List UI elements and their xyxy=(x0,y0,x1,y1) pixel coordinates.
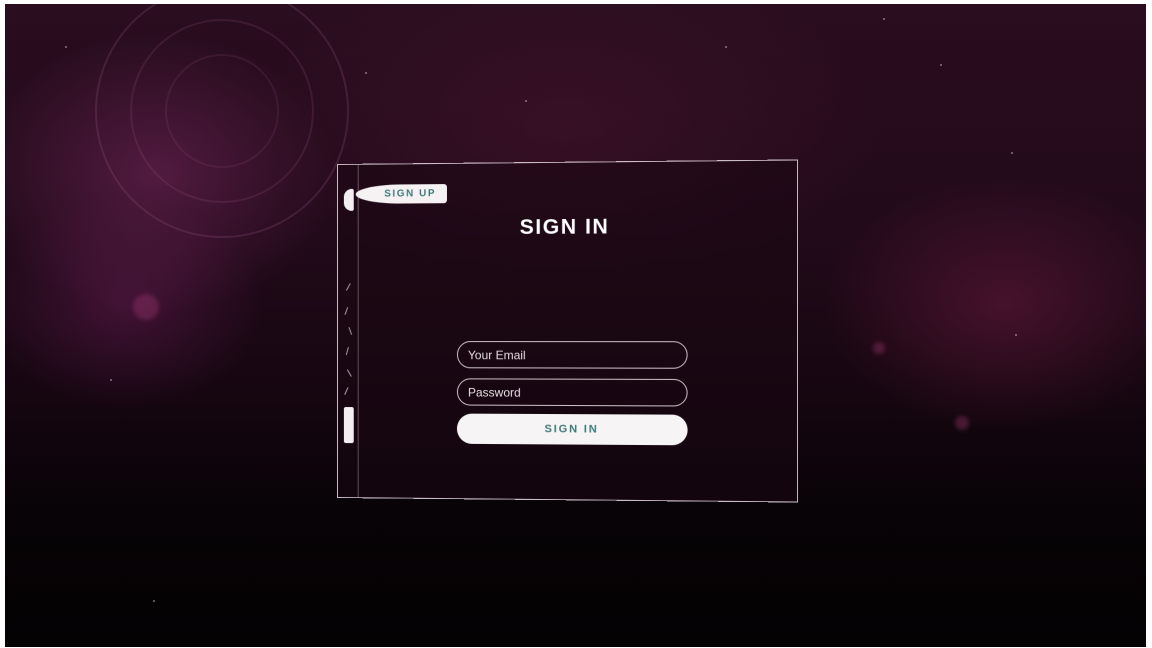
star xyxy=(1011,152,1013,154)
email-input[interactable] xyxy=(456,341,688,369)
star xyxy=(153,600,155,602)
signup-tab-label: SIGN UP xyxy=(384,188,437,200)
nebula-glow xyxy=(133,294,159,320)
side-tick xyxy=(345,283,351,291)
star xyxy=(940,64,942,66)
side-tick xyxy=(346,369,352,377)
side-tick xyxy=(344,387,349,395)
auth-panel-wrapper: SIGN UP SIGN IN SIGN IN xyxy=(337,159,799,503)
star xyxy=(725,46,727,48)
side-tick xyxy=(348,327,353,335)
side-tick xyxy=(344,307,349,315)
star xyxy=(65,46,67,48)
form-title: SIGN IN xyxy=(519,215,610,240)
nebula-glow xyxy=(955,416,969,430)
star xyxy=(883,18,885,20)
signup-tab[interactable]: SIGN UP xyxy=(355,184,447,204)
side-tick xyxy=(345,347,349,356)
star xyxy=(365,72,367,74)
panel-side-strip xyxy=(337,164,359,498)
star xyxy=(525,100,527,102)
space-background: SIGN UP SIGN IN SIGN IN xyxy=(5,4,1146,647)
nebula-glow xyxy=(873,342,885,354)
side-tab xyxy=(343,188,354,211)
star xyxy=(1015,334,1017,336)
side-tab xyxy=(343,407,354,444)
decorative-ring xyxy=(165,54,279,168)
auth-panel: SIGN UP SIGN IN SIGN IN xyxy=(337,159,799,503)
sign-in-button[interactable]: SIGN IN xyxy=(456,413,688,446)
password-input[interactable] xyxy=(456,378,688,407)
star xyxy=(110,379,112,381)
